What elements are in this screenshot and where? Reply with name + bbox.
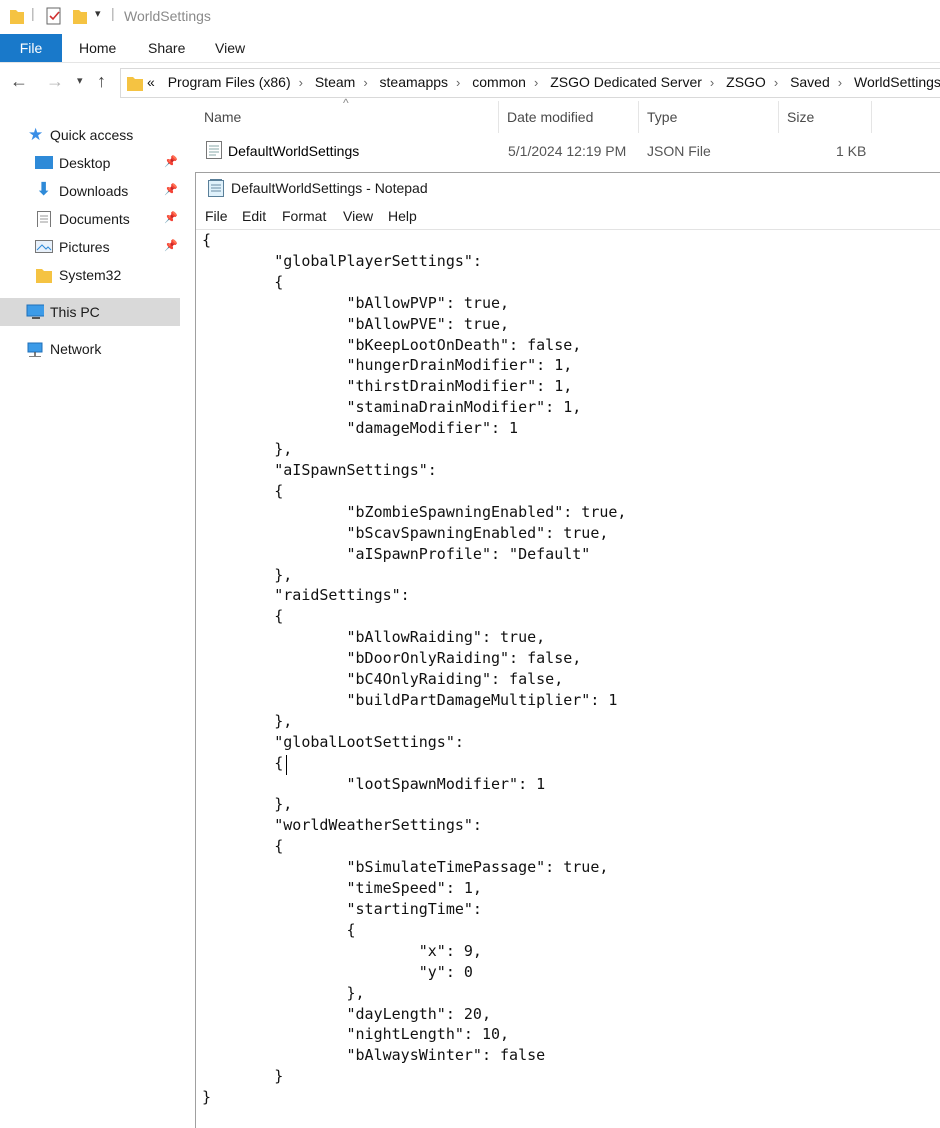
download-icon: ⬇: [36, 179, 52, 199]
notepad-menu-bar: File Edit Format View Help: [196, 205, 940, 229]
column-header-name[interactable]: Name: [196, 101, 499, 133]
nav-item-network[interactable]: Network: [0, 335, 180, 363]
pin-icon[interactable]: 📌: [164, 211, 178, 224]
breadcrumb-program-files[interactable]: Program Files (x86): [168, 74, 291, 90]
divider: |: [111, 5, 115, 21]
nav-item-label: This PC: [50, 304, 100, 320]
nav-item-system32[interactable]: System32: [0, 261, 180, 289]
back-arrow-icon[interactable]: ←: [10, 71, 28, 92]
breadcrumb-worldsettings[interactable]: WorldSettings: [854, 74, 940, 90]
folder-icon: [36, 269, 52, 283]
picture-icon: [35, 240, 53, 253]
tab-home[interactable]: Home: [79, 34, 116, 62]
notepad-title: DefaultWorldSettings - Notepad: [231, 180, 428, 196]
chevron-right-icon[interactable]: ›: [534, 75, 538, 90]
divider: |: [31, 5, 35, 21]
menu-edit[interactable]: Edit: [242, 208, 266, 224]
file-content[interactable]: { "globalPlayerSettings": { "bAllowPVP":…: [202, 230, 626, 1108]
new-folder-icon[interactable]: [72, 7, 90, 25]
nav-item-label: Pictures: [59, 239, 110, 255]
notepad-icon: [208, 179, 224, 197]
text-cursor: [286, 755, 287, 775]
nav-item-label: Desktop: [59, 155, 111, 171]
notepad-text-area[interactable]: { "globalPlayerSettings": { "bAllowPVP":…: [196, 229, 940, 1128]
column-header-type[interactable]: Type: [639, 101, 779, 133]
forward-arrow-icon[interactable]: →: [46, 71, 64, 92]
navigation-pane: ★ Quick access Desktop 📌 ⬇ Downloads 📌 D…: [0, 101, 180, 1127]
menu-format[interactable]: Format: [282, 208, 326, 224]
nav-item-label: Network: [50, 341, 102, 357]
folder-icon: [127, 77, 143, 91]
notepad-window: DefaultWorldSettings - Notepad File Edit…: [195, 172, 940, 1128]
breadcrumb-zsgo-dedicated-server[interactable]: ZSGO Dedicated Server: [550, 74, 702, 90]
pin-icon[interactable]: 📌: [164, 239, 178, 252]
menu-file[interactable]: File: [205, 208, 228, 224]
breadcrumb-common[interactable]: common: [472, 74, 526, 90]
desktop-icon: [35, 156, 53, 169]
properties-icon[interactable]: [45, 7, 63, 25]
chevron-right-icon[interactable]: ›: [710, 75, 714, 90]
nav-item-documents[interactable]: Documents 📌: [0, 205, 180, 233]
breadcrumb-steam[interactable]: Steam: [315, 74, 355, 90]
document-icon: [37, 211, 51, 227]
breadcrumb-zsgo[interactable]: ZSGO: [726, 74, 766, 90]
chevron-right-icon[interactable]: ›: [456, 75, 460, 90]
file-type: JSON File: [647, 143, 711, 159]
customize-toolbar-icon[interactable]: ▾: [95, 7, 101, 20]
breadcrumb-overflow[interactable]: «: [147, 74, 155, 90]
computer-icon: [26, 304, 44, 319]
recent-locations-icon[interactable]: ▾: [77, 74, 83, 87]
notepad-title-bar[interactable]: DefaultWorldSettings - Notepad: [196, 173, 940, 203]
breadcrumb: « Program Files (x86) › Steam › steamapps ›…: [147, 74, 940, 90]
chevron-right-icon[interactable]: ›: [363, 75, 367, 90]
title-bar: | ▾ | WorldSettings: [0, 0, 940, 34]
ribbon-tabs: File Home Share View: [0, 34, 940, 63]
json-file-icon: [206, 141, 222, 159]
breadcrumb-steamapps[interactable]: steamapps: [380, 74, 448, 90]
nav-item-pictures[interactable]: Pictures 📌: [0, 233, 180, 261]
pin-icon[interactable]: 📌: [164, 183, 178, 196]
column-header-date-modified[interactable]: Date modified: [499, 101, 639, 133]
nav-item-label: Documents: [59, 211, 130, 227]
folder-icon[interactable]: [9, 7, 25, 25]
nav-item-quick-access[interactable]: ★ Quick access: [0, 121, 180, 149]
chevron-right-icon[interactable]: ›: [774, 75, 778, 90]
tab-file[interactable]: File: [0, 34, 62, 62]
file-size: 1 KB: [836, 143, 867, 159]
nav-item-label: Downloads: [59, 183, 129, 199]
menu-view[interactable]: View: [343, 208, 373, 224]
star-icon: ★: [28, 125, 44, 144]
menu-help[interactable]: Help: [388, 208, 417, 224]
address-row: ← → ▾ ↑ « Program Files (x86) › Steam › st…: [0, 63, 940, 101]
file-row[interactable]: DefaultWorldSettings 5/1/2024 12:19 PM J…: [196, 137, 940, 165]
chevron-right-icon[interactable]: ›: [838, 75, 842, 90]
tab-view[interactable]: View: [215, 34, 245, 62]
pin-icon[interactable]: 📌: [164, 155, 178, 168]
file-name: DefaultWorldSettings: [228, 143, 360, 159]
up-arrow-icon[interactable]: ↑: [97, 71, 106, 92]
breadcrumb-saved[interactable]: Saved: [790, 74, 830, 90]
nav-item-downloads[interactable]: ⬇ Downloads 📌: [0, 177, 180, 205]
file-date-modified: 5/1/2024 12:19 PM: [508, 143, 627, 159]
nav-item-label: Quick access: [50, 127, 134, 143]
tab-share[interactable]: Share: [148, 34, 185, 62]
address-bar[interactable]: « Program Files (x86) › Steam › steamapps ›…: [120, 68, 940, 98]
nav-item-desktop[interactable]: Desktop 📌: [0, 149, 180, 177]
chevron-right-icon[interactable]: ›: [299, 75, 303, 90]
nav-item-this-pc[interactable]: This PC: [0, 298, 180, 326]
nav-item-label: System32: [59, 267, 122, 283]
column-header-size[interactable]: Size: [779, 101, 872, 133]
window-title: WorldSettings: [124, 8, 211, 24]
network-icon: [27, 342, 43, 357]
